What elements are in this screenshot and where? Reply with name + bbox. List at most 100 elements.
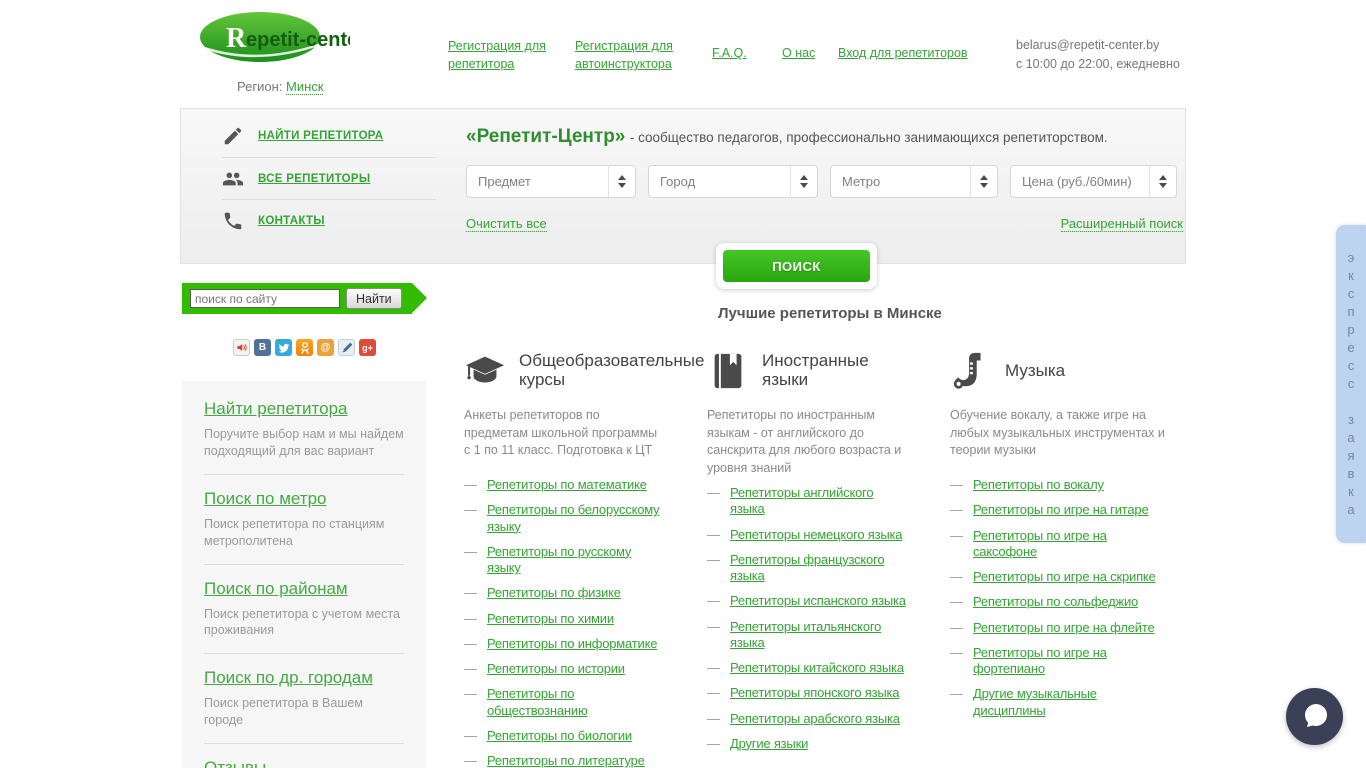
- category-link[interactable]: Репетиторы по математике: [487, 477, 647, 493]
- nav-register-tutor[interactable]: Регистрация для репетитора: [448, 37, 558, 73]
- quick-menu-item-contacts[interactable]: КОНТАКТЫ: [222, 199, 436, 241]
- filter-links-row: Очистить все Расширенный поиск: [466, 216, 1183, 232]
- category-title: Общеобразовательные курсы: [519, 351, 705, 389]
- category-link[interactable]: Репетиторы английского языка: [730, 485, 907, 518]
- site-search-input[interactable]: [190, 289, 340, 308]
- clear-all-link[interactable]: Очистить все: [466, 216, 547, 232]
- logo-letter: R: [226, 23, 247, 54]
- category-link[interactable]: Репетиторы китайского языка: [730, 660, 904, 676]
- logo[interactable]: R epetit-center: [198, 10, 366, 68]
- category-desc: Обучение вокалу, а также игре на любых м…: [950, 408, 1165, 457]
- category-link[interactable]: Репетиторы по истории: [487, 661, 625, 677]
- phone-icon: [224, 212, 242, 229]
- list-dash: —: [707, 735, 720, 751]
- quick-menu-item-all-tutors[interactable]: ВСЕ РЕПЕТИТОРЫ: [222, 157, 436, 199]
- subject-select[interactable]: Предмет: [466, 165, 636, 198]
- subject-select-value: Предмет: [478, 174, 531, 189]
- category-link-item: — Репетиторы по игре на фортепиано: [950, 645, 1166, 678]
- category-link-item: — Репетиторы китайского языка: [707, 660, 907, 676]
- category-link-item: — Репетиторы по информатике: [464, 636, 664, 652]
- city-select-value: Город: [660, 174, 696, 189]
- region-selector: Регион: Минск: [237, 79, 324, 95]
- list-dash: —: [464, 502, 477, 518]
- sidebar-item-link[interactable]: Поиск по метро: [204, 489, 327, 508]
- quick-menu-link[interactable]: НАЙТИ РЕПЕТИТОРА: [258, 130, 383, 142]
- category-link[interactable]: Репетиторы по русскому языку: [487, 544, 664, 577]
- mailru-icon[interactable]: @: [317, 339, 334, 356]
- search-button[interactable]: ПОИСК: [723, 250, 870, 282]
- quick-menu-link[interactable]: КОНТАКТЫ: [258, 215, 325, 227]
- category-link[interactable]: Репетиторы по информатике: [487, 636, 657, 652]
- category-link[interactable]: Репетиторы по игре на гитаре: [973, 502, 1149, 518]
- contact-email: belarus@repetit-center.by: [1016, 38, 1160, 52]
- livejournal-icon[interactable]: [338, 339, 355, 356]
- category-link-list: — Репетиторы по математике — Репетиторы …: [464, 477, 664, 768]
- metro-select[interactable]: Метро: [830, 165, 998, 198]
- vk-icon[interactable]: В: [254, 339, 271, 356]
- sidebar-item-link[interactable]: Отзывы: [204, 758, 266, 768]
- category-link[interactable]: Репетиторы по игре на флейте: [973, 620, 1155, 636]
- category-link[interactable]: Репетиторы по биологии: [487, 728, 632, 744]
- sidebar-item: Найти репетитора Поручите выбор нам и мы…: [204, 399, 404, 460]
- category-link[interactable]: Репетиторы по белорусскому языку: [487, 502, 664, 535]
- list-dash: —: [707, 660, 720, 675]
- nav-faq[interactable]: F.A.Q.: [712, 44, 747, 62]
- category-link[interactable]: Репетиторы по физике: [487, 585, 621, 601]
- city-select[interactable]: Город: [648, 165, 818, 198]
- category-title: Музыка: [1005, 360, 1066, 380]
- category-link[interactable]: Репетиторы японского языка: [730, 685, 900, 701]
- saxophone-icon: [953, 352, 981, 389]
- category-link[interactable]: Репетиторы французского языка: [730, 552, 907, 585]
- category-link[interactable]: Репетиторы немецкого языка: [730, 527, 903, 543]
- category-link[interactable]: Репетиторы по игре на саксофоне: [973, 528, 1166, 561]
- advanced-search-link[interactable]: Расширенный поиск: [1060, 216, 1183, 232]
- category-link[interactable]: Репетиторы по сольфеджио: [973, 594, 1138, 610]
- category-link[interactable]: Репетиторы по химии: [487, 611, 614, 627]
- site-search-submit-button[interactable]: Найти: [346, 288, 402, 309]
- region-link[interactable]: Минск: [285, 79, 324, 95]
- category-link[interactable]: Репетиторы итальянского языка: [730, 619, 907, 652]
- select-arrows-icon: [790, 166, 817, 197]
- sidebar-item-link[interactable]: Поиск по др. городам: [204, 668, 373, 687]
- quick-menu-link[interactable]: ВСЕ РЕПЕТИТОРЫ: [258, 173, 370, 185]
- category-link[interactable]: Репетиторы испанского языка: [730, 593, 906, 609]
- category-link[interactable]: Другие музыкальные дисциплины: [973, 686, 1166, 719]
- category-link-item: — Репетиторы по русскому языку: [464, 544, 664, 577]
- category-link[interactable]: Репетиторы по обществознанию: [487, 686, 664, 719]
- logo-text: epetit-center: [246, 29, 350, 51]
- category-link[interactable]: Репетиторы по литературе: [487, 753, 645, 768]
- filter-selects: Предмет Город Метро Цена (руб./60мин): [466, 165, 1177, 198]
- category-link-item: — Репетиторы по литературе: [464, 753, 664, 768]
- category-foreign-languages: Иностранные языки Репетиторы по иностран…: [707, 348, 907, 768]
- express-request-tab[interactable]: э к с п р е с с з а я в к а: [1336, 225, 1366, 543]
- category-link-item: — Репетиторы по игре на гитаре: [950, 502, 1166, 518]
- chat-widget-button[interactable]: [1286, 688, 1343, 745]
- category-link[interactable]: Репетиторы по игре на фортепиано: [973, 645, 1166, 678]
- sidebar-item-link[interactable]: Поиск по районам: [204, 579, 348, 598]
- category-link[interactable]: Репетиторы по вокалу: [973, 477, 1104, 493]
- category-link[interactable]: Другие языки: [730, 736, 808, 752]
- list-dash: —: [464, 610, 477, 626]
- list-dash: —: [950, 686, 963, 702]
- sidebar-item-desc: Поручите выбор нам и мы найдем подходящи…: [204, 427, 404, 458]
- category-title: Иностранные языки: [762, 351, 869, 389]
- list-dash: —: [707, 618, 720, 634]
- sidebar-item-link[interactable]: Найти репетитора: [204, 399, 347, 418]
- nav-tutor-login[interactable]: Вход для репетиторов: [838, 44, 968, 62]
- category-link[interactable]: Репетиторы по игре на скрипке: [973, 569, 1156, 585]
- nav-register-instructor[interactable]: Регистрация для автоинструктора: [575, 37, 705, 73]
- list-dash: —: [464, 585, 477, 601]
- category-link-item: — Репетиторы по вокалу: [950, 477, 1166, 493]
- quick-menu-item-find-tutor[interactable]: НАЙТИ РЕПЕТИТОРА: [222, 115, 436, 157]
- price-select[interactable]: Цена (руб./60мин): [1010, 165, 1177, 198]
- googleplus-icon[interactable]: g+: [359, 339, 376, 356]
- share-icon[interactable]: [233, 339, 250, 356]
- contact-info: belarus@repetit-center.by с 10:00 до 22:…: [1016, 36, 1180, 75]
- category-link-item: — Репетиторы по сольфеджио: [950, 594, 1166, 610]
- category-link[interactable]: Репетиторы арабского языка: [730, 711, 900, 727]
- twitter-icon[interactable]: [275, 339, 292, 356]
- list-dash: —: [464, 543, 477, 559]
- nav-about[interactable]: О нас: [782, 44, 815, 62]
- odnoklassniki-icon[interactable]: [296, 339, 313, 356]
- social-share-bar: В @ g+: [233, 339, 376, 356]
